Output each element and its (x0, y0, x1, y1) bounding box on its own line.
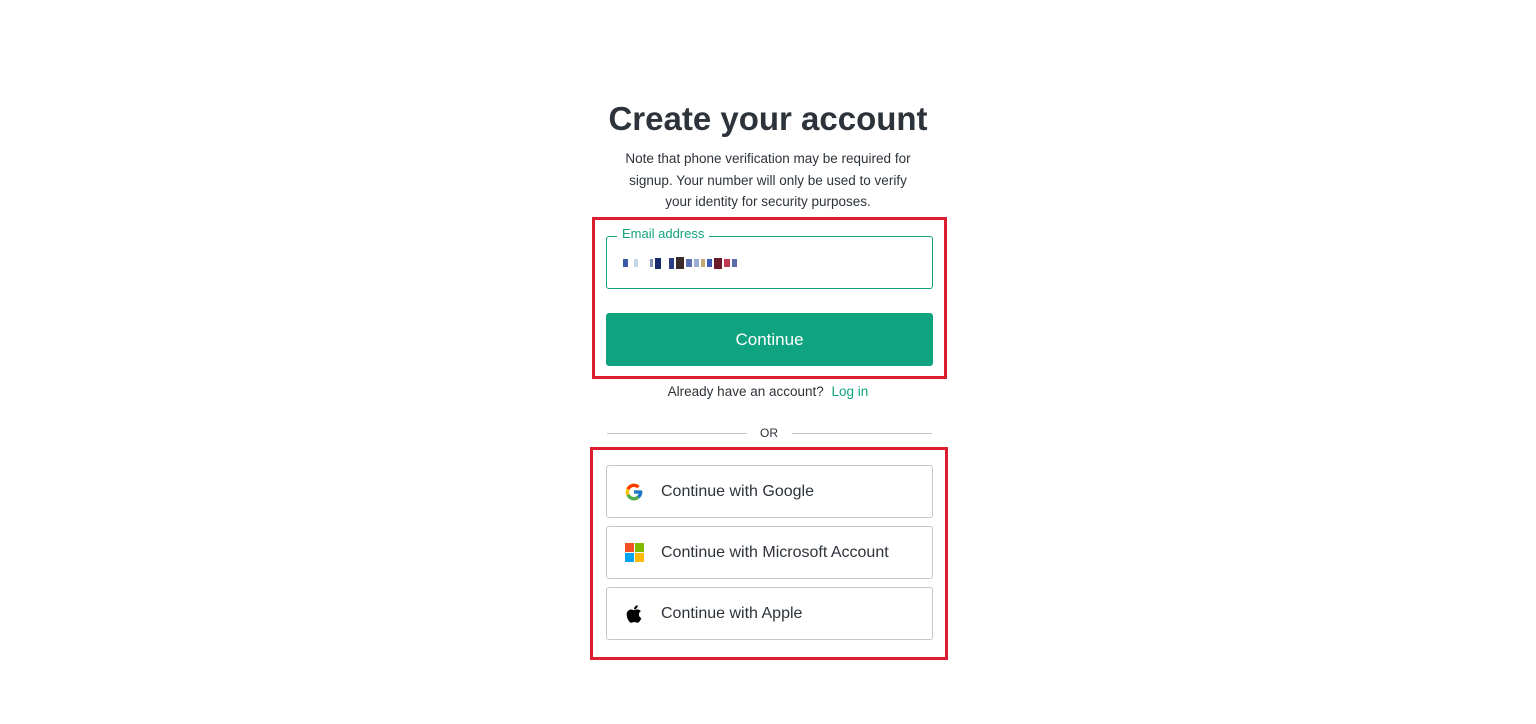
highlight-box-social-buttons (590, 447, 948, 660)
highlight-box-email-form (592, 217, 947, 379)
divider-or-text: OR (760, 426, 778, 440)
login-prompt-text: Already have an account? (667, 384, 824, 399)
login-prompt-row: Already have an account? Log in (0, 384, 1536, 399)
divider-right (792, 433, 932, 434)
verification-note: Note that phone verification may be requ… (598, 148, 938, 213)
divider-left (607, 433, 747, 434)
note-line: signup. Your number will only be used to… (629, 172, 907, 188)
page-title: Create your account (608, 100, 928, 137)
login-link[interactable]: Log in (832, 384, 869, 399)
note-line: Note that phone verification may be requ… (625, 151, 911, 166)
note-line: your identity for security purposes. (665, 194, 871, 209)
